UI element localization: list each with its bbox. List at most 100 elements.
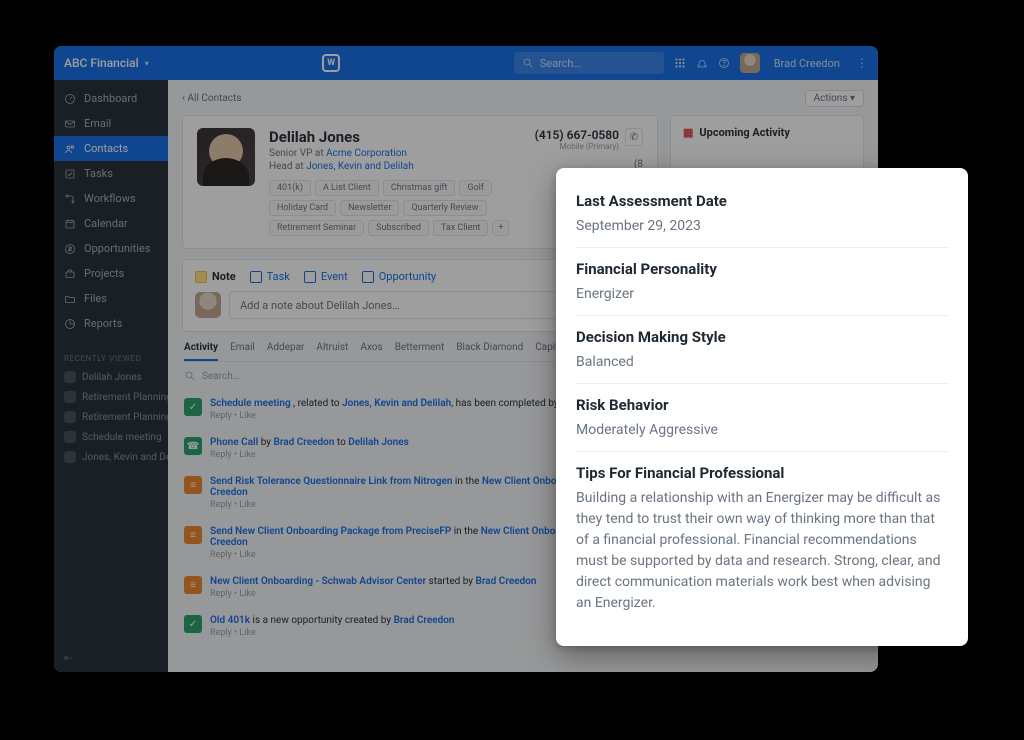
contact-tag[interactable]: Tax Client: [433, 220, 488, 236]
sidebar-item-tasks[interactable]: Tasks: [54, 161, 168, 186]
activity-tab[interactable]: Black Diamond: [456, 336, 523, 361]
feed-link[interactable]: Old 401k: [210, 615, 250, 626]
activity-tab[interactable]: Axos: [360, 336, 382, 361]
logo-icon: [322, 54, 340, 72]
feed-link[interactable]: Brad Creedon: [273, 437, 334, 448]
feed-link[interactable]: Delilah Jones: [348, 437, 408, 448]
compose-tab-note[interactable]: Note: [195, 270, 236, 283]
contact-tag[interactable]: Newsletter: [340, 200, 399, 216]
feed-link[interactable]: Send Risk Tolerance Questionnaire Link f…: [210, 476, 452, 487]
contact-tag[interactable]: Christmas gift: [383, 180, 456, 196]
sidebar-item-projects[interactable]: Projects: [54, 261, 168, 286]
mail-icon: [64, 118, 76, 130]
feed-link[interactable]: Jones, Kevin and Delilah: [342, 398, 451, 409]
reply-link[interactable]: Reply: [210, 411, 232, 421]
feed-text: in the: [451, 526, 480, 537]
contact-tag[interactable]: Holiday Card: [269, 200, 336, 216]
sidebar-item-files[interactable]: Files: [54, 286, 168, 311]
reply-link[interactable]: Reply: [210, 500, 232, 510]
feed-text: is a new opportunity created by: [250, 615, 394, 626]
feed-link[interactable]: Phone Call: [210, 437, 258, 448]
logo: [149, 54, 514, 72]
recent-item[interactable]: Schedule meeting: [54, 427, 168, 447]
reply-link[interactable]: Reply: [210, 589, 232, 599]
avatar[interactable]: [740, 53, 760, 73]
sidebar-item-dashboard[interactable]: Dashboard: [54, 86, 168, 111]
activity-tab[interactable]: Addepar: [267, 336, 305, 361]
add-tag-button[interactable]: +: [492, 220, 509, 236]
bell-icon[interactable]: [696, 57, 708, 69]
apps-icon[interactable]: [674, 57, 686, 69]
contact-avatar: [197, 128, 255, 186]
help-icon[interactable]: [718, 57, 730, 69]
contact-tag[interactable]: Retirement Seminar: [269, 220, 364, 236]
actions-button[interactable]: Actions ▾: [805, 90, 864, 107]
contact-tag[interactable]: Subscribed: [368, 220, 429, 236]
financial-personality-heading: Financial Personality: [576, 260, 948, 278]
feed-link[interactable]: New Client Onboarding - Schwab Advisor C…: [210, 576, 426, 587]
topbar: ABC Financial ▾ Search… Brad Creedon ⋮: [54, 46, 878, 80]
feed-text: , has been completed by: [451, 398, 561, 409]
like-link[interactable]: Like: [239, 450, 255, 460]
sidebar-item-email[interactable]: Email: [54, 111, 168, 136]
kebab-icon[interactable]: ⋮: [856, 56, 868, 70]
reply-link[interactable]: Reply: [210, 550, 232, 560]
current-user-name[interactable]: Brad Creedon: [774, 57, 840, 70]
activity-tab[interactable]: Email: [230, 336, 255, 361]
like-link[interactable]: Like: [239, 411, 255, 421]
sidebar-item-label: Calendar: [84, 217, 128, 230]
like-link[interactable]: Like: [239, 589, 255, 599]
breadcrumb-back[interactable]: ‹ All Contacts: [182, 93, 241, 104]
people-icon: [64, 143, 76, 155]
contact-tag[interactable]: A List Client: [315, 180, 379, 196]
sidebar-item-contacts[interactable]: Contacts: [54, 136, 168, 161]
chart-icon: [64, 318, 76, 330]
household-link[interactable]: Jones, Kevin and Delilah: [306, 161, 414, 172]
activity-tab[interactable]: Altruist: [316, 336, 348, 361]
feed-link[interactable]: Brad Creedon: [476, 576, 537, 587]
contact-tag[interactable]: Golf: [459, 180, 492, 196]
sidebar-item-workflows[interactable]: Workflows: [54, 186, 168, 211]
recent-item[interactable]: Delilah Jones: [54, 367, 168, 387]
compose-tab-label: Event: [321, 270, 348, 283]
reply-link[interactable]: Reply: [210, 628, 232, 638]
compose-tab-event[interactable]: Event: [304, 270, 348, 283]
reply-link[interactable]: Reply: [210, 450, 232, 460]
feed-link[interactable]: Brad Creedon: [394, 615, 455, 626]
feed-link[interactable]: Send New Client Onboarding Package from …: [210, 526, 451, 537]
activity-tab[interactable]: Betterment: [395, 336, 445, 361]
role-prefix: Head at: [269, 161, 306, 172]
sidebar-item-label: Email: [84, 117, 111, 130]
recent-item[interactable]: Retirement Planning…: [54, 407, 168, 427]
contact-role: Head at Jones, Kevin and Delilah: [269, 161, 521, 172]
side-card-title: Upcoming Activity: [699, 126, 790, 139]
recent-item[interactable]: Retirement Planning…: [54, 387, 168, 407]
compose-tab-task[interactable]: Task: [250, 270, 290, 283]
feed-link[interactable]: Schedule meeting: [210, 398, 291, 409]
global-search[interactable]: Search…: [514, 52, 664, 74]
activity-tab[interactable]: Activity: [184, 336, 218, 361]
workflow-icon: ≡: [184, 576, 202, 594]
sidebar-item-reports[interactable]: Reports: [54, 311, 168, 336]
sidebar-item-opportunities[interactable]: Opportunities: [54, 236, 168, 261]
like-link[interactable]: Like: [239, 500, 255, 510]
compose-tab-opportunity[interactable]: Opportunity: [362, 270, 436, 283]
company-link[interactable]: Acme Corporation: [326, 148, 407, 159]
contact-tag[interactable]: Quarterly Review: [403, 200, 486, 216]
recent-item[interactable]: Jones, Kevin and De…: [54, 447, 168, 467]
current-user-avatar: [195, 292, 221, 318]
check-icon: ✓: [184, 398, 202, 416]
tenant-switcher[interactable]: ABC Financial ▾: [64, 56, 149, 70]
collapse-sidebar-icon[interactable]: ⇤: [54, 645, 168, 672]
event-icon: [304, 271, 316, 283]
like-link[interactable]: Like: [239, 628, 255, 638]
contact-name: Delilah Jones: [269, 128, 521, 146]
contact-tag[interactable]: 401(k): [269, 180, 311, 196]
sidebar-item-label: Workflows: [84, 192, 136, 205]
topbar-icons: Brad Creedon ⋮: [674, 53, 868, 73]
sidebar-item-calendar[interactable]: Calendar: [54, 211, 168, 236]
call-button[interactable]: ✆: [625, 128, 643, 146]
briefcase-icon: [64, 268, 76, 280]
sidebar: Dashboard Email Contacts Tasks Workflows…: [54, 80, 168, 672]
like-link[interactable]: Like: [239, 550, 255, 560]
